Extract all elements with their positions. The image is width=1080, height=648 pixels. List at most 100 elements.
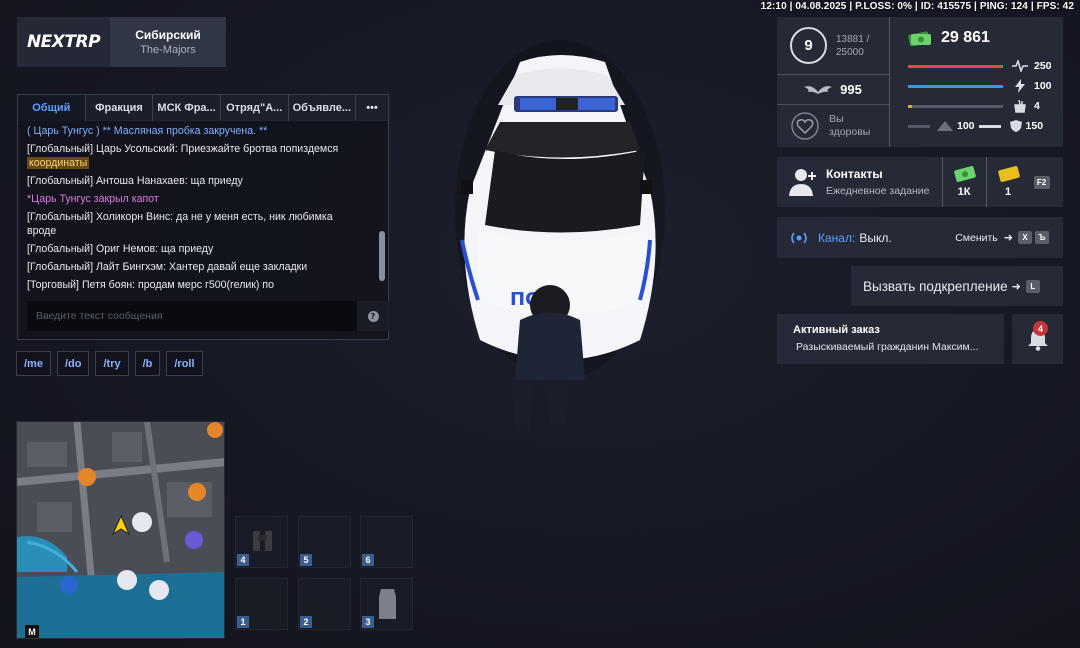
extra-left-value: 100 <box>957 120 975 132</box>
extra-bar-left <box>908 124 930 128</box>
reward-money: 1К <box>941 157 986 207</box>
xp-total: 25000 <box>836 46 864 58</box>
active-order-panel[interactable]: Активный заказ Разыскиваемый гражданин М… <box>777 314 1004 364</box>
bar-fill <box>908 84 1003 88</box>
minimap-graphic <box>17 422 224 638</box>
chat-tabs: Общий Фракция МСК Фра... Отряд"А... Объя… <box>18 95 388 121</box>
chat-message-text: [Глобальный] Царь Усольский: Приезжайте … <box>27 143 339 155</box>
order-description: Разыскиваемый гражданин Максим... <box>796 341 979 353</box>
slot-number: 4 <box>237 554 249 566</box>
chat-message: ( Царь Тунгус ) ** Масляная пробка закру… <box>27 125 268 137</box>
bar-fill <box>908 104 912 108</box>
tab-more[interactable]: ••• <box>356 95 388 121</box>
radio-waves-icon <box>791 232 807 243</box>
channel-label: Канал: <box>818 230 856 245</box>
inventory-slot-3[interactable]: 3 <box>360 578 413 630</box>
chat-message: [Торговый] Петя боян: продам мерс г500(г… <box>27 279 275 291</box>
inventory-slot-5[interactable]: 5 <box>298 516 351 568</box>
stats-right: 29 861 250 100 4 100 150 <box>890 17 1063 147</box>
channel-value: Выкл. <box>859 230 892 245</box>
level-xp: 13881 / 25000 <box>836 33 869 59</box>
level-row: 9 13881 / 25000 <box>777 17 889 75</box>
inventory-slot-4[interactable]: 4 <box>235 516 288 568</box>
server-box: NEXTRP Сибирский The-Majors <box>17 17 226 67</box>
coordinates-link[interactable]: координаты <box>27 157 90 169</box>
bar-track <box>908 104 1003 108</box>
cmd-try-button[interactable]: /try <box>95 351 129 376</box>
channel-panel[interactable]: Канал: Выкл. Сменить ➜ X Ъ <box>777 217 1063 258</box>
status-line: 12:10 | 04.08.2025 | P.LOSS: 0% | ID: 41… <box>760 1 1074 12</box>
stats-panel: 9 13881 / 25000 995 Вы здоровы 29 861 25… <box>777 17 1063 147</box>
chat-scrollbar[interactable] <box>379 231 385 281</box>
extra-bar-right <box>978 124 1001 128</box>
call-backup-button[interactable]: Вызвать подкрепление ➜ L <box>851 266 1063 306</box>
cash-icon <box>954 166 976 182</box>
reward-ticket-value: 1 <box>1004 186 1012 198</box>
bar-value: 4 <box>1034 100 1040 112</box>
bar-track <box>908 84 1003 88</box>
slot-number: 2 <box>300 616 312 628</box>
backup-label: Вызвать подкрепление <box>863 278 1008 294</box>
inventory-slot-6[interactable]: 6 <box>360 516 413 568</box>
cmd-roll-button[interactable]: /roll <box>166 351 203 376</box>
chat-message: [Глобальный] Царь Усольский: Приезжайте … <box>27 142 357 170</box>
contacts-text: Контакты Ежедневное задание <box>826 167 930 197</box>
cash-icon <box>908 31 931 46</box>
health-bar: 250 <box>908 56 1052 76</box>
key-x: X <box>1018 231 1032 244</box>
minimap[interactable] <box>16 421 225 639</box>
inventory-slot-1[interactable]: 1 <box>235 578 288 630</box>
slot-number: 3 <box>362 616 374 628</box>
server-name: Сибирский <box>135 28 201 42</box>
heart-plus-icon <box>791 112 819 140</box>
chat-message: [Глобальный] Лайт Бингхэм: Хантер давай … <box>27 261 308 273</box>
contacts-panel[interactable]: Контакты Ежедневное задание 1К 1 F2 <box>777 157 1063 207</box>
tab-ads[interactable]: Объявле... <box>288 95 357 121</box>
key-hard-sign: Ъ <box>1035 231 1049 244</box>
logo: NEXTRP <box>26 32 101 52</box>
arrow-right-icon: ➜ <box>1011 279 1021 293</box>
cmd-b-button[interactable]: /b <box>134 351 161 376</box>
slot-number: 1 <box>237 616 249 628</box>
server-info: Сибирский The-Majors <box>110 17 226 67</box>
stats-left: 9 13881 / 25000 995 Вы здоровы <box>777 17 890 147</box>
chat-input[interactable] <box>27 301 357 331</box>
reward-money-value: 1К <box>957 186 971 198</box>
heartbeat-icon <box>1009 60 1031 72</box>
cmd-me-button[interactable]: /me <box>16 351 51 376</box>
shield-icon <box>1009 120 1022 132</box>
money-row: 29 861 <box>908 29 1052 47</box>
tab-msk-faction[interactable]: МСК Фра... <box>153 95 221 121</box>
person-add-icon <box>789 169 816 196</box>
help-icon: ? <box>367 310 379 322</box>
chat-help-button[interactable]: ? <box>357 301 389 331</box>
chat-window: Общий Фракция МСК Фра... Отряд"А... Объя… <box>17 94 389 340</box>
ticket-icon <box>998 166 1020 182</box>
chat-message: *Царь Тунгус закрыл капот <box>27 193 159 205</box>
cmd-do-button[interactable]: /do <box>56 351 90 376</box>
reputation-value: 995 <box>840 82 862 97</box>
health-status: Вы здоровы <box>829 113 870 139</box>
inventory-slot-2[interactable]: 2 <box>298 578 351 630</box>
level-badge: 9 <box>790 27 827 64</box>
slot-number: 6 <box>362 554 374 566</box>
contacts-sub: Ежедневное задание <box>826 185 930 197</box>
health-line: здоровы <box>829 126 871 138</box>
chat-message: [Глобальный] Антоша Нанахаев: ща приеду <box>27 175 243 187</box>
reward-ticket: 1 <box>985 157 1030 207</box>
energy-bar: 100 <box>908 76 1052 96</box>
bar-fill <box>908 64 1003 68</box>
xp-current: 13881 / <box>836 33 870 45</box>
health-line: Вы <box>829 113 844 125</box>
contacts-title: Контакты <box>826 167 883 181</box>
tab-faction[interactable]: Фракция <box>85 95 154 121</box>
arrow-right-icon: ➜ <box>1003 231 1013 244</box>
chat-messages: ( Царь Тунгус ) ** Масляная пробка закру… <box>18 121 388 291</box>
tab-squad[interactable]: Отряд"А... <box>220 95 289 121</box>
money-value: 29 861 <box>941 29 990 46</box>
command-buttons: /me /do /try /b /roll <box>16 351 203 376</box>
tab-general[interactable]: Общий <box>18 95 86 121</box>
bar-value: 100 <box>1034 80 1052 92</box>
energy-icon <box>1009 79 1031 93</box>
bar-track <box>908 64 1003 68</box>
